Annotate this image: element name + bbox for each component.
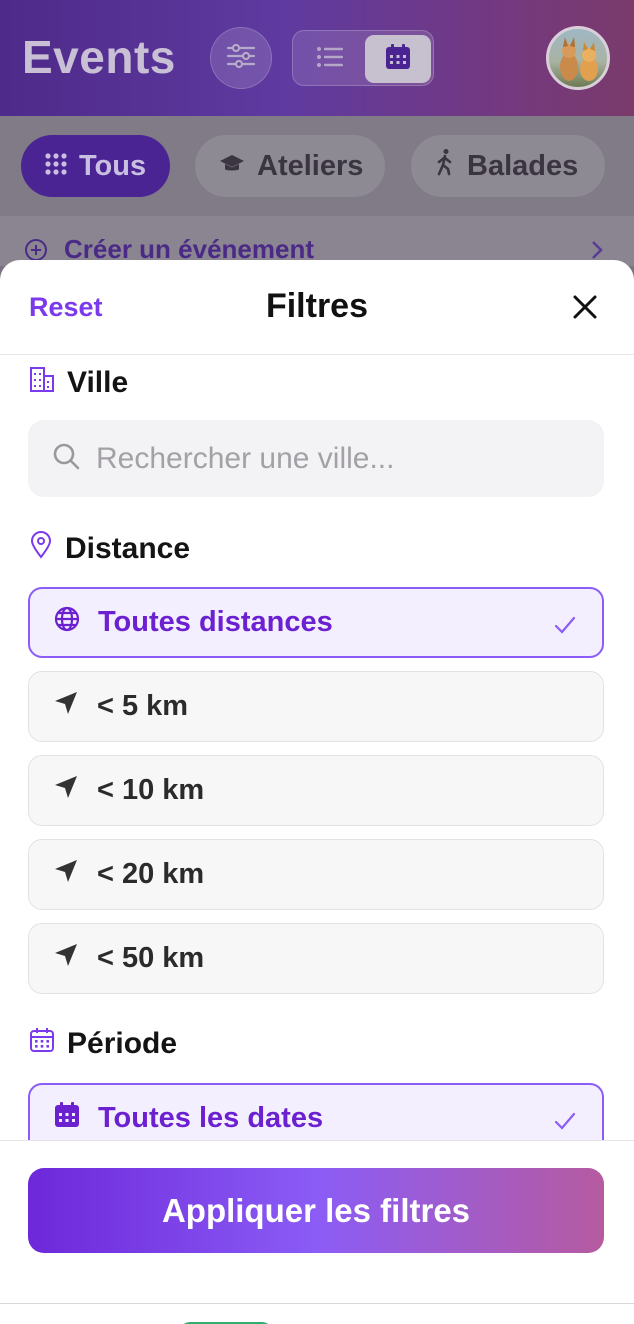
chip-balades[interactable]: Balades	[411, 135, 605, 197]
chip-tous[interactable]: Tous	[21, 135, 170, 197]
option-label: Toutes distances	[98, 606, 333, 638]
grid-dots-icon	[45, 150, 67, 183]
category-chips: Tous Ateliers Balades	[0, 116, 634, 216]
option-label: < 50 km	[97, 942, 205, 974]
option-label: < 20 km	[97, 858, 205, 890]
location-arrow-icon	[53, 858, 79, 892]
calendar-icon	[54, 1101, 80, 1136]
chip-label: Ateliers	[257, 149, 364, 182]
app-header: Events	[0, 0, 634, 116]
check-icon	[554, 611, 576, 644]
avatar[interactable]	[546, 26, 610, 90]
option-label: < 5 km	[97, 690, 189, 722]
app-title: Events	[22, 31, 176, 83]
sliders-icon	[226, 43, 256, 74]
location-arrow-icon	[53, 942, 79, 976]
option-label: < 10 km	[97, 774, 205, 806]
chip-label: Balades	[467, 149, 579, 182]
list-view-button[interactable]	[297, 35, 363, 83]
calendar-icon	[29, 1027, 55, 1061]
filters-sheet: Reset Filtres Ville Rechercher une ville…	[0, 260, 634, 1324]
distance-option-5km[interactable]: < 5 km	[28, 671, 604, 742]
walking-icon	[435, 148, 455, 184]
chip-label: Tous	[79, 149, 147, 182]
calendar-view-button[interactable]	[365, 35, 431, 83]
bottom-tab-bar	[0, 1303, 634, 1324]
apply-filters-button[interactable]: Appliquer les filtres	[28, 1168, 604, 1253]
city-search-input[interactable]	[96, 441, 566, 476]
periode-label: Période	[67, 1027, 178, 1060]
distance-label: Distance	[65, 532, 191, 565]
search-icon	[52, 442, 80, 475]
close-icon	[570, 295, 600, 326]
ville-section-label: Ville	[29, 365, 128, 401]
create-event-row[interactable]: Créer un événement	[0, 216, 634, 266]
ville-label: Ville	[67, 366, 129, 399]
sheet-footer: Appliquer les filtres	[0, 1140, 634, 1324]
map-pin-icon	[29, 531, 53, 567]
close-button[interactable]	[570, 292, 602, 324]
distance-option-20km[interactable]: < 20 km	[28, 839, 604, 910]
globe-icon	[54, 606, 80, 640]
distance-option-10km[interactable]: < 10 km	[28, 755, 604, 826]
check-icon	[554, 1107, 576, 1140]
option-label: Toutes les dates	[98, 1102, 324, 1134]
chip-ateliers[interactable]: Ateliers	[195, 135, 385, 197]
filter-toggle-button[interactable]	[210, 27, 272, 89]
distance-option-all[interactable]: Toutes distances	[28, 587, 604, 658]
sheet-header: Reset Filtres	[0, 260, 634, 355]
location-arrow-icon	[53, 774, 79, 808]
view-switcher	[292, 30, 434, 86]
building-icon	[29, 365, 55, 401]
distance-option-50km[interactable]: < 50 km	[28, 923, 604, 994]
sheet-title: Filtres	[265, 287, 369, 325]
city-search-box[interactable]	[28, 420, 604, 497]
calendar-icon	[385, 43, 411, 75]
location-arrow-icon	[53, 690, 79, 724]
graduation-cap-icon	[219, 150, 245, 183]
distance-section-label: Distance	[29, 531, 190, 567]
list-icon	[316, 46, 344, 73]
periode-section-label: Période	[29, 1027, 177, 1061]
